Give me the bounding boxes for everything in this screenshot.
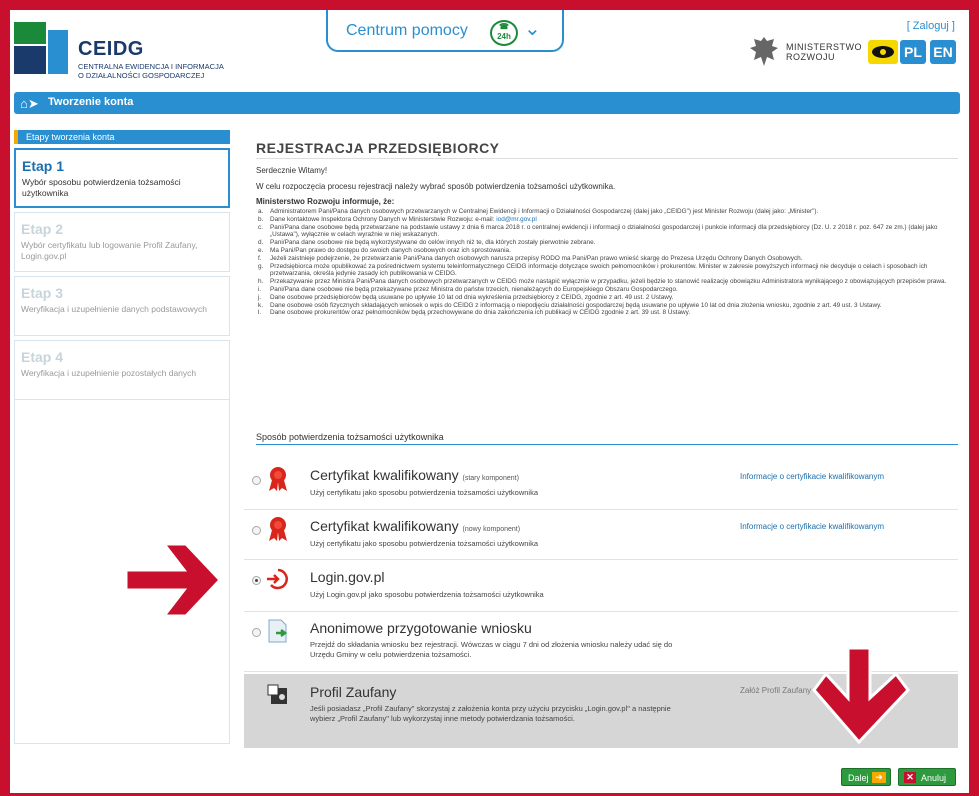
option-desc: Użyj Login.gov.pl jako sposobu potwierdz…	[310, 590, 544, 599]
option-login-gov[interactable]: Login.gov.pl Użyj Login.gov.pl jako spos…	[244, 560, 958, 612]
sidebar-step-2: Etap 2 Wybór certyfikatu lub logowanie P…	[14, 212, 230, 272]
list-item: h. Przekazywanie przez Ministra Pani/Pana…	[258, 278, 947, 286]
list-item: a. Administratorem Pani/Pana danych osobo…	[258, 208, 819, 215]
arrow-right-icon	[124, 542, 223, 618]
close-icon: ✕	[904, 772, 916, 783]
arrow-down-icon	[812, 646, 910, 745]
title-divider	[256, 158, 958, 159]
radio-login-gov[interactable]	[252, 576, 261, 585]
step-desc: Wybór sposobu potwierdzenia tożsamości u…	[22, 177, 181, 198]
breadcrumb-label: Tworzenie konta	[48, 96, 134, 108]
sidebar-heading-accent	[14, 130, 18, 144]
radio-cert-new[interactable]	[252, 526, 261, 535]
cert-info-link[interactable]: Informacje o certyfikacie kwalifikowanym	[740, 472, 884, 481]
step-desc: Weryfikacja i uzupełnienie pozostałych d…	[21, 368, 197, 378]
step-title: Etap 3	[21, 285, 64, 301]
step-desc: Weryfikacja i uzupełnienie danych podsta…	[21, 304, 207, 314]
step-desc: Wybór certyfikatu lub logowanie Profil Z…	[21, 240, 198, 261]
help-center-label: Centrum pomocy	[346, 22, 468, 39]
sidebar-step-1[interactable]: Etap 1 Wybór sposobu potwierdzenia tożsa…	[14, 148, 230, 208]
ministry-heading: Ministerstwo Rozwoju informuje, że:	[256, 197, 395, 206]
logo-subtitle: CENTRALNA EWIDENCJA I INFORMACJA O DZIAŁ…	[78, 62, 224, 80]
ribbon-icon	[269, 467, 287, 491]
list-item: d. Pani/Pana dane osobowe nie będą wykorz…	[258, 239, 596, 247]
logo-title: CEIDG	[78, 38, 144, 60]
profile-card-icon	[267, 684, 287, 704]
option-desc: Użyj certyfikatu jako sposobu potwierdze…	[310, 539, 539, 548]
step-title: Etap 1	[22, 158, 65, 174]
option-desc: Użyj certyfikatu jako sposobu potwierdze…	[310, 488, 539, 497]
home-icon[interactable]: ⌂➤	[20, 96, 39, 112]
option-title: Certyfikat kwalifikowany (nowy komponent…	[310, 518, 521, 534]
cert-info-link[interactable]: Informacje o certyfikacie kwalifikowanym	[740, 522, 884, 531]
help-center-tab[interactable]: Centrum pomocy ☎ 24h ⌄	[326, 10, 564, 52]
list-item: f. Jeżeli zaistnieje podejrzenie, że prze…	[258, 254, 803, 262]
section-divider	[256, 444, 958, 445]
sidebar-step-3: Etap 3 Weryfikacja i uzupełnienie danych…	[14, 276, 230, 336]
login-gov-icon	[267, 568, 288, 590]
option-title: Anonimowe przygotowanie wniosku	[310, 620, 532, 636]
list-item: g. Przedsiębiorca może opublikować za poś…	[258, 262, 928, 278]
list-item: c. Pani/Pana dane osobowe będą przetwarza…	[258, 223, 938, 239]
lang-en-button[interactable]: EN	[930, 40, 956, 64]
ministry-label: MINISTERSTWO ROZWOJU	[786, 42, 862, 62]
list-item: k. Dane osobowe osób fizycznych składając…	[258, 301, 882, 309]
ceidg-logo[interactable]	[14, 22, 70, 74]
help-24h-icon: ☎ 24h	[490, 20, 518, 46]
iod-email-link[interactable]: iod@mr.gov.pl	[496, 216, 536, 223]
login-link[interactable]: [ Zaloguj ]	[907, 20, 955, 32]
next-button[interactable]: Dalej ➜	[841, 768, 891, 786]
chevron-down-icon[interactable]: ⌄	[524, 16, 541, 41]
info-list: a. Administratorem Pani/Pana danych osobo…	[256, 208, 956, 317]
sidebar-heading: Etapy tworzenia konta	[14, 130, 230, 144]
option-desc: Przejdź do składania wniosku bez rejestr…	[310, 640, 673, 659]
list-item: j. Dane osobowe przedsiębiorców będą usuw…	[258, 293, 674, 301]
arrow-right-small-icon: ➜	[872, 772, 886, 783]
radio-cert-old[interactable]	[252, 476, 261, 485]
document-arrow-icon	[268, 619, 288, 643]
list-item: l. Dane osobowe prokurentów oraz pełnomoc…	[258, 309, 691, 317]
option-cert-old[interactable]: Certyfikat kwalifikowany (stary komponen…	[244, 458, 958, 510]
option-title: Profil Zaufany	[310, 684, 397, 700]
list-item: e. Ma Pani/Pan prawo do dostępu do swoich…	[258, 246, 511, 254]
list-item: i. Pani/Pana dane osobowe nie będą przeka…	[258, 285, 678, 293]
ribbon-icon	[269, 517, 287, 541]
intro-text: W celu rozpoczęcia procesu rejestracji n…	[256, 182, 616, 191]
eagle-emblem-icon	[750, 37, 778, 66]
option-title: Certyfikat kwalifikowany (stary komponen…	[310, 467, 519, 483]
option-title: Login.gov.pl	[310, 569, 385, 585]
radio-anonymous[interactable]	[252, 628, 261, 637]
breadcrumb-bar: ⌂➤ Tworzenie konta	[14, 92, 960, 114]
option-cert-new[interactable]: Certyfikat kwalifikowany (nowy komponent…	[244, 510, 958, 560]
page-title: REJESTRACJA PRZEDSIĘBIORCY	[256, 140, 500, 156]
accessibility-eye-icon[interactable]	[868, 40, 898, 64]
trusted-profile-link[interactable]: Załóż Profil Zaufany	[740, 686, 811, 695]
list-item: b. Dane kontaktowe Inspektora Ochrony Dan…	[258, 215, 537, 223]
step-title: Etap 4	[21, 349, 64, 365]
greeting-text: Serdecznie Witamy!	[256, 166, 328, 175]
cancel-button[interactable]: ✕ Anuluj	[898, 768, 956, 786]
lang-pl-button[interactable]: PL	[900, 40, 926, 64]
step-title: Etap 2	[21, 221, 64, 237]
section-label: Sposób potwierdzenia tożsamości użytkown…	[256, 432, 444, 442]
option-desc: Jeśli posiadasz „Profil Zaufany" skorzys…	[310, 704, 671, 723]
